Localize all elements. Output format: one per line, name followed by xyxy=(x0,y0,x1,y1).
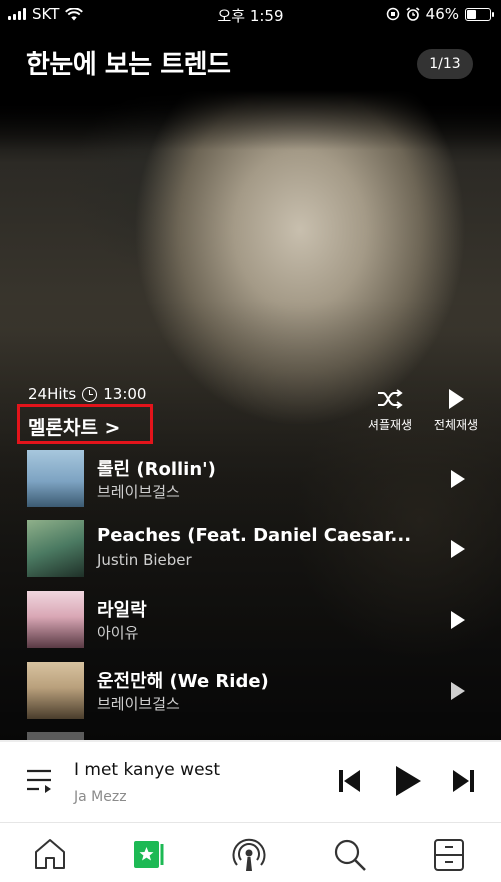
chart-time: 13:00 xyxy=(103,385,147,403)
previous-icon[interactable] xyxy=(337,768,363,794)
home-icon[interactable] xyxy=(33,838,67,870)
album-art xyxy=(27,520,84,577)
shuffle-icon xyxy=(378,389,403,409)
album-art xyxy=(27,591,84,648)
next-icon[interactable] xyxy=(450,768,476,794)
play-icon[interactable] xyxy=(393,764,423,798)
podcast-icon[interactable] xyxy=(231,838,267,872)
page-title: 한눈에 보는 트렌드 xyxy=(26,50,231,80)
song-title: 롤린 (Rollin') xyxy=(97,459,216,480)
song-artist: 브레이브걸스 xyxy=(97,695,180,713)
status-bar: SKT 오후 1:59 46% xyxy=(0,0,501,28)
now-playing-artist: Ja Mezz xyxy=(74,789,127,805)
song-row[interactable]: Peaches (Feat. Daniel Caesar... Justin B… xyxy=(0,520,501,590)
song-row[interactable]: 롤린 (Rollin') 브레이브걸스 xyxy=(0,450,501,520)
bottom-nav xyxy=(0,822,501,882)
chart-name: 멜론차트 > xyxy=(28,417,121,439)
clock-icon xyxy=(82,386,98,402)
battery-percent: 46% xyxy=(425,5,459,23)
play-icon[interactable] xyxy=(450,539,466,559)
song-artist: Justin Bieber xyxy=(97,551,192,569)
library-icon[interactable] xyxy=(433,838,465,872)
mini-player[interactable]: I met kanye west Ja Mezz xyxy=(0,740,501,824)
hits-label: 24Hits xyxy=(28,385,77,403)
song-title: Peaches (Feat. Daniel Caesar... xyxy=(97,525,412,546)
album-art xyxy=(27,450,84,507)
song-row-partial xyxy=(0,732,501,740)
play-icon[interactable] xyxy=(450,681,466,701)
song-row[interactable]: 라일락 아이유 xyxy=(0,591,501,661)
chart-meta: 24Hits 13:00 xyxy=(28,385,146,403)
play-all-label: 전체재생 xyxy=(433,418,479,432)
album-art xyxy=(27,662,84,719)
play-icon xyxy=(449,389,464,409)
battery-icon xyxy=(465,7,494,21)
song-title: 라일락 xyxy=(97,600,147,621)
song-artist: 아이유 xyxy=(97,624,139,642)
page-indicator: 1/13 xyxy=(417,49,473,79)
shuffle-label: 셔플재생 xyxy=(367,418,413,432)
now-playing-title: I met kanye west xyxy=(74,760,221,780)
search-icon[interactable] xyxy=(333,838,367,872)
song-artist: 브레이브걸스 xyxy=(97,483,180,501)
alarm-icon xyxy=(406,7,420,21)
play-icon[interactable] xyxy=(450,610,466,630)
play-all-button[interactable]: 전체재생 xyxy=(428,388,484,433)
song-title: 운전만해 (We Ride) xyxy=(97,671,269,692)
playlist-icon[interactable] xyxy=(26,768,54,794)
music-icon[interactable] xyxy=(131,838,167,870)
album-art xyxy=(27,732,84,740)
song-row[interactable]: 운전만해 (We Ride) 브레이브걸스 xyxy=(0,662,501,732)
melon-chart-link[interactable]: 멜론차트 > xyxy=(17,404,153,444)
shuffle-play-button[interactable]: 셔플재생 xyxy=(364,388,416,433)
rotation-lock-icon xyxy=(386,7,399,21)
play-icon[interactable] xyxy=(450,469,466,489)
